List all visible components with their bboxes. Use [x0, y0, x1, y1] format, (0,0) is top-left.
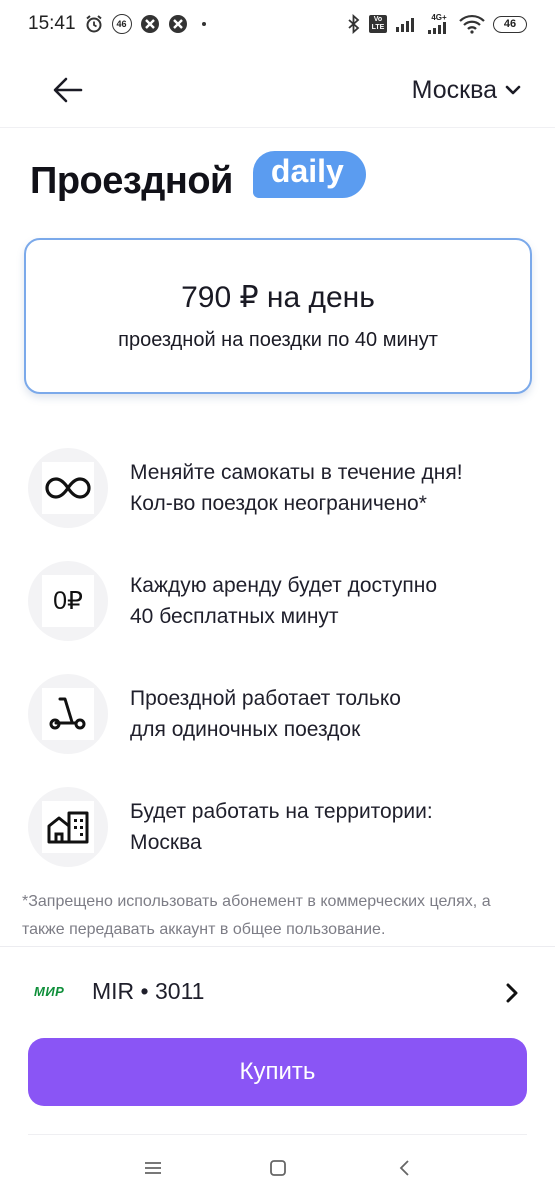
menu-icon: [145, 1162, 161, 1174]
feature-line: Проездной работает только: [130, 687, 401, 710]
feature-icon-circle: [28, 787, 108, 867]
feature-item: 0₽ Каждую аренду будет доступно 40 беспл…: [28, 561, 528, 641]
city-name: Москва: [411, 75, 497, 104]
notification-count: 46: [116, 19, 127, 29]
alarm-icon: [84, 14, 104, 34]
city-buildings-icon: [47, 811, 89, 844]
feature-line: Меняйте самокаты в течение дня!: [130, 461, 463, 484]
card-label: MIR • 3011: [92, 978, 205, 1004]
network-type: 4G+: [431, 13, 447, 22]
feature-line: Москва: [130, 831, 202, 854]
chevron-right-icon: [506, 983, 518, 1003]
volte-icon: Vo LTE: [369, 15, 387, 33]
feature-line: Будет работать на территории:: [130, 800, 433, 823]
feature-text: Проездной работает только для одиночных …: [130, 683, 401, 745]
payment-method-row[interactable]: МИР MIR • 3011: [0, 966, 555, 1022]
feature-line: Кол-во поездок неограничено*: [130, 492, 427, 515]
feature-text: Меняйте самокаты в течение дня! Кол-во п…: [130, 457, 463, 519]
feature-text: Каждую аренду будет доступно 40 бесплатн…: [130, 570, 437, 632]
feature-line: для одиночных поездок: [130, 718, 361, 741]
feature-icon-circle: [28, 448, 108, 528]
app-notification-icon: [140, 14, 160, 34]
feature-item: Будет работать на территории: Москва: [28, 787, 528, 867]
scooter-icon: [49, 697, 86, 730]
disclaimer-text: *Запрещено использовать абонемент в комм…: [22, 893, 491, 938]
bluetooth-icon: [347, 14, 361, 34]
arrow-left-icon: [53, 77, 83, 103]
buy-button[interactable]: Купить: [28, 1038, 527, 1106]
status-left: 15:41 46: [28, 13, 206, 35]
home-nav-button[interactable]: [264, 1154, 292, 1182]
features-list: Меняйте самокаты в течение дня! Кол-во п…: [28, 448, 528, 900]
divider: [0, 946, 555, 947]
square-icon: [270, 1160, 286, 1176]
back-nav-button[interactable]: [391, 1154, 419, 1182]
back-button[interactable]: [42, 64, 94, 116]
menu-nav-button[interactable]: [139, 1154, 167, 1182]
signal-icon: [395, 15, 419, 33]
top-header: Москва: [0, 52, 555, 128]
battery-level: 46: [503, 18, 517, 30]
plan-subtitle: проездной на поездки по 40 минут: [118, 329, 438, 351]
chevron-down-icon: [505, 85, 521, 95]
feature-text: Будет работать на территории: Москва: [130, 796, 433, 858]
page-title: Проездной: [30, 160, 233, 202]
nav-divider: [28, 1134, 527, 1135]
status-time: 15:41: [28, 13, 76, 34]
feature-item: Проездной работает только для одиночных …: [28, 674, 528, 754]
city-selector[interactable]: Москва: [412, 68, 521, 112]
infinity-icon: [45, 477, 91, 499]
wifi-icon: [459, 14, 485, 34]
feature-icon-circle: [28, 674, 108, 754]
plan-price: 790 ₽ на день: [181, 281, 375, 314]
status-right: Vo LTE 4G+ 46: [347, 14, 527, 34]
feature-item: Меняйте самокаты в течение дня! Кол-во п…: [28, 448, 528, 528]
signal-4g-icon: 4G+: [427, 14, 451, 34]
mir-logo-icon: МИР: [34, 984, 65, 999]
system-nav-bar: [0, 1140, 555, 1196]
chevron-left-icon: [399, 1160, 409, 1176]
daily-badge: daily: [252, 151, 366, 198]
feature-line: 40 бесплатных минут: [130, 605, 339, 628]
title-row: Проездной daily: [30, 151, 366, 203]
feature-icon-circle: 0₽: [28, 561, 108, 641]
plan-card[interactable]: 790 ₽ на день проездной на поездки по 40…: [24, 238, 532, 394]
zero-ruble-icon: 0₽: [53, 587, 83, 615]
feature-line: Каждую аренду будет доступно: [130, 574, 438, 597]
battery-indicator: 46: [493, 15, 527, 33]
app-notification-icon-2: [168, 14, 188, 34]
more-notifications-dot: [201, 22, 206, 26]
status-bar: 15:41 46 Vo LTE 4G+ 46: [0, 0, 555, 48]
notification-count-icon: 46: [111, 14, 132, 34]
